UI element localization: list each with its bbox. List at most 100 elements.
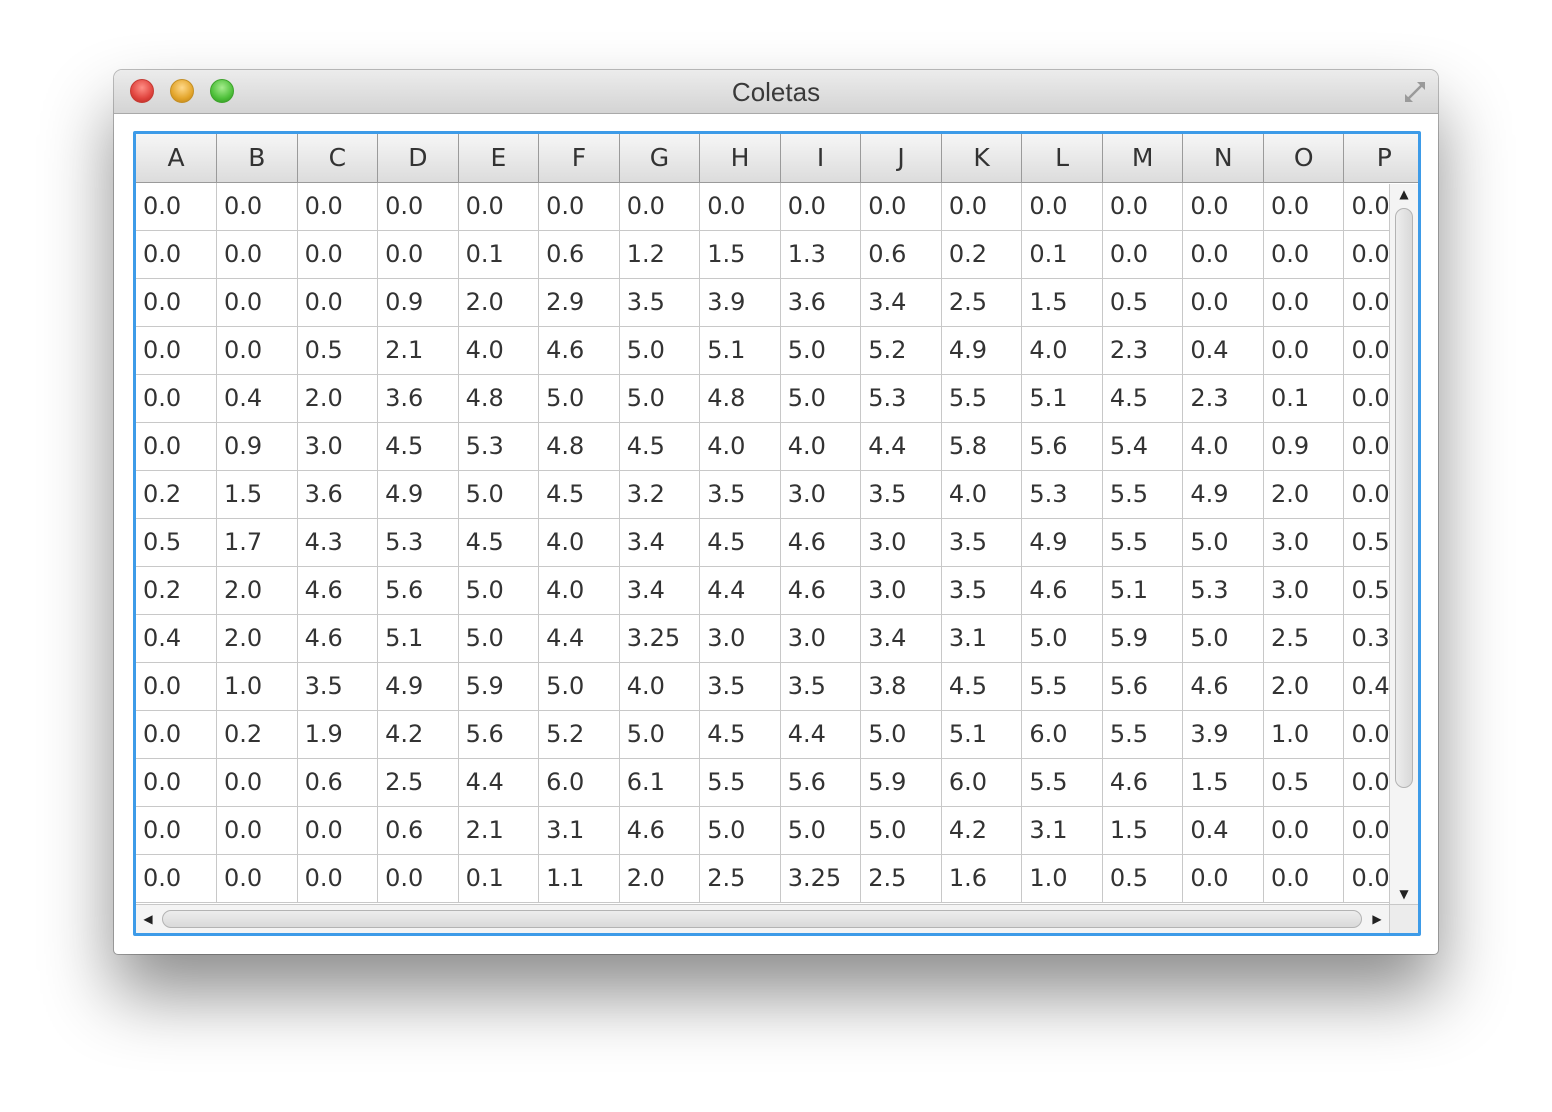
table-cell[interactable]: 0.0 (297, 278, 379, 327)
table-cell[interactable]: 0.0 (1263, 806, 1345, 855)
column-header[interactable]: M (1102, 134, 1184, 183)
table-cell[interactable]: 0.0 (216, 230, 298, 279)
table-cell[interactable]: 2.3 (1182, 374, 1264, 423)
table-cell[interactable]: 0.6 (377, 806, 459, 855)
table-cell[interactable]: 6.0 (1021, 710, 1103, 759)
table-cell[interactable]: 0.0 (458, 182, 540, 231)
table-cell[interactable]: 5.3 (860, 374, 942, 423)
table-cell[interactable]: 5.0 (860, 710, 942, 759)
table-cell[interactable]: 3.1 (941, 614, 1023, 663)
table-cell[interactable]: 4.3 (297, 518, 379, 567)
table-cell[interactable]: 3.0 (780, 470, 862, 519)
table-row[interactable]: 0.0 0.0 0.0 0.0 0.1 1.1 2.0 2.5 3.25 2.5 1.6 1.0 0.5… (136, 854, 1418, 903)
table-cell[interactable]: 2.0 (1263, 470, 1345, 519)
table-cell[interactable]: 0.0 (699, 182, 781, 231)
table-cell[interactable]: 2.9 (538, 278, 620, 327)
table-cell[interactable]: 0.0 (136, 326, 218, 375)
table-cell[interactable]: 5.0 (1182, 518, 1264, 567)
table-cell[interactable]: 2.1 (458, 806, 540, 855)
table-cell[interactable]: 3.0 (780, 614, 862, 663)
table-cell[interactable]: 3.1 (1021, 806, 1103, 855)
table-cell[interactable]: 4.0 (458, 326, 540, 375)
table-cell[interactable]: 4.0 (780, 422, 862, 471)
table-cell[interactable]: 4.9 (1021, 518, 1103, 567)
table-cell[interactable]: 6.1 (619, 758, 701, 807)
table-cell[interactable]: 2.0 (216, 614, 298, 663)
table-cell[interactable]: 0.0 (941, 182, 1023, 231)
column-header[interactable]: H (699, 134, 781, 183)
table-cell[interactable]: 3.5 (699, 470, 781, 519)
table-cell[interactable]: 4.5 (458, 518, 540, 567)
table-cell[interactable]: 4.6 (297, 566, 379, 615)
table-cell[interactable]: 5.6 (377, 566, 459, 615)
table-cell[interactable]: 0.0 (216, 758, 298, 807)
table-cell[interactable]: 4.6 (297, 614, 379, 663)
table-row[interactable]: 0.0 0.0 0.5 2.1 4.0 4.6 5.0 5.1 5.0 5.2 4.9 4.0 2.3 0… (136, 326, 1418, 375)
table-cell[interactable]: 5.0 (538, 662, 620, 711)
table-cell[interactable]: 0.0 (1021, 182, 1103, 231)
table-cell[interactable]: 4.0 (699, 422, 781, 471)
table-cell[interactable]: 4.0 (538, 518, 620, 567)
table-cell[interactable]: 4.0 (941, 470, 1023, 519)
table-cell[interactable]: 1.6 (941, 854, 1023, 903)
table-cell[interactable]: 4.5 (619, 422, 701, 471)
table-row[interactable]: 0.5 1.7 4.3 5.3 4.5 4.0 3.4 4.5 4.6 3.0 3.5 4.9 5.5 5… (136, 518, 1418, 567)
table-cell[interactable]: 3.4 (860, 614, 942, 663)
table-cell[interactable]: 4.5 (699, 518, 781, 567)
table-cell[interactable]: 2.3 (1102, 326, 1184, 375)
column-header[interactable]: O (1263, 134, 1345, 183)
table-cell[interactable]: 1.9 (297, 710, 379, 759)
table-cell[interactable]: 4.4 (699, 566, 781, 615)
table-cell[interactable]: 0.9 (377, 278, 459, 327)
table-cell[interactable]: 0.2 (216, 710, 298, 759)
table-cell[interactable]: 0.0 (538, 182, 620, 231)
table-cell[interactable]: 3.4 (860, 278, 942, 327)
column-header[interactable]: K (941, 134, 1023, 183)
table-cell[interactable]: 4.6 (780, 566, 862, 615)
table-cell[interactable]: 5.5 (941, 374, 1023, 423)
table-cell[interactable]: 5.2 (538, 710, 620, 759)
table-cell[interactable]: 0.4 (1182, 326, 1264, 375)
table-cell[interactable]: 5.3 (377, 518, 459, 567)
table-cell[interactable]: 3.4 (619, 518, 701, 567)
column-header[interactable]: J (860, 134, 942, 183)
table-cell[interactable]: 5.0 (619, 326, 701, 375)
table-cell[interactable]: 3.0 (1263, 518, 1345, 567)
table-cell[interactable]: 0.5 (297, 326, 379, 375)
table-cell[interactable]: 0.2 (136, 566, 218, 615)
table-cell[interactable]: 3.6 (297, 470, 379, 519)
table-cell[interactable]: 0.1 (1021, 230, 1103, 279)
table-cell[interactable]: 4.0 (619, 662, 701, 711)
table-cell[interactable]: 5.1 (941, 710, 1023, 759)
table-cell[interactable]: 5.6 (780, 758, 862, 807)
table-cell[interactable]: 5.5 (1102, 470, 1184, 519)
table-cell[interactable]: 1.5 (1021, 278, 1103, 327)
title-bar[interactable]: Coletas (114, 70, 1438, 114)
table-cell[interactable]: 0.0 (619, 182, 701, 231)
table-cell[interactable]: 0.0 (1102, 182, 1184, 231)
table-cell[interactable]: 3.25 (619, 614, 701, 663)
table-cell[interactable]: 5.1 (1102, 566, 1184, 615)
table-cell[interactable]: 3.0 (699, 614, 781, 663)
table-cell[interactable]: 0.0 (136, 662, 218, 711)
table-cell[interactable]: 4.9 (377, 470, 459, 519)
table-cell[interactable]: 1.0 (1263, 710, 1345, 759)
table-cell[interactable]: 0.0 (377, 182, 459, 231)
table-cell[interactable]: 4.5 (538, 470, 620, 519)
table-cell[interactable]: 0.0 (297, 854, 379, 903)
table-cell[interactable]: 3.5 (297, 662, 379, 711)
table-cell[interactable]: 2.5 (699, 854, 781, 903)
table-cell[interactable]: 0.0 (297, 230, 379, 279)
table-cell[interactable]: 3.0 (297, 422, 379, 471)
table-cell[interactable]: 5.6 (1102, 662, 1184, 711)
table-cell[interactable]: 1.2 (619, 230, 701, 279)
table-row[interactable]: 0.0 0.0 0.0 0.0 0.1 0.6 1.2 1.5 1.3 0.6 0.2 0.1 0.0 0… (136, 230, 1418, 279)
table-cell[interactable]: 6.0 (538, 758, 620, 807)
table-cell[interactable]: 3.5 (780, 662, 862, 711)
horizontal-scroll-thumb[interactable] (162, 910, 1362, 928)
table-cell[interactable]: 0.4 (216, 374, 298, 423)
table-cell[interactable]: 5.3 (1021, 470, 1103, 519)
table-cell[interactable]: 4.8 (458, 374, 540, 423)
column-header[interactable]: C (297, 134, 379, 183)
table-cell[interactable]: 4.2 (941, 806, 1023, 855)
